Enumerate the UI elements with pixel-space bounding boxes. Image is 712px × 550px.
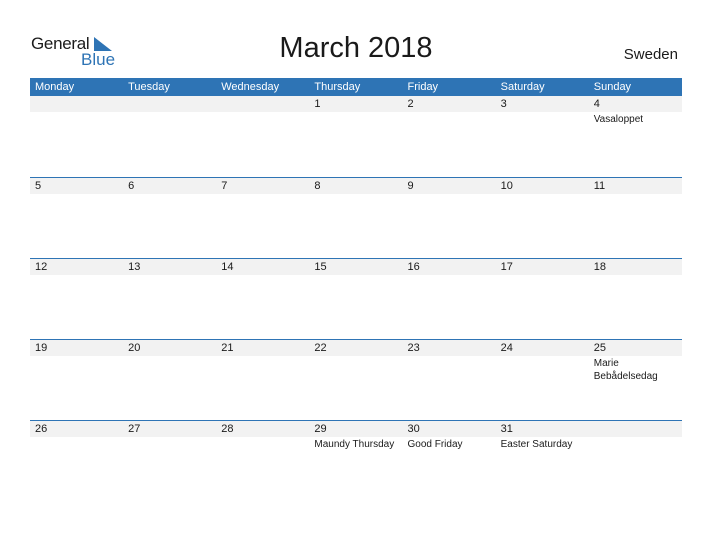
day-cell: 4 Vasaloppet bbox=[589, 96, 682, 126]
day-number: 28 bbox=[221, 423, 234, 435]
day-number: 27 bbox=[128, 423, 141, 435]
day-number: 4 bbox=[593, 98, 600, 110]
day-number: 23 bbox=[407, 342, 420, 354]
day-cell: 15 bbox=[309, 259, 402, 275]
day-cell bbox=[30, 96, 123, 126]
day-number: 30 bbox=[407, 423, 420, 435]
calendar-grid: Monday Tuesday Wednesday Thursday Friday… bbox=[30, 78, 682, 501]
day-number: 22 bbox=[314, 342, 327, 354]
day-cell: 6 bbox=[123, 178, 216, 194]
day-cell: 3 bbox=[496, 96, 589, 126]
week-row: 19 20 21 22 23 24 25 Marie Bebådelsedag bbox=[30, 339, 682, 420]
week-row: 1 2 3 4 Vasaloppet bbox=[30, 96, 682, 177]
day-cell: 27 bbox=[123, 421, 216, 451]
day-cell: 17 bbox=[496, 259, 589, 275]
day-cell: 14 bbox=[216, 259, 309, 275]
weekday-sunday: Sunday bbox=[593, 81, 632, 93]
day-number: 17 bbox=[500, 261, 513, 273]
day-cell: 10 bbox=[496, 178, 589, 194]
day-cell: 24 bbox=[496, 340, 589, 383]
day-number bbox=[221, 96, 309, 112]
day-number: 3 bbox=[500, 98, 507, 110]
day-cell bbox=[123, 96, 216, 126]
day-number: 26 bbox=[35, 423, 48, 435]
day-cell: 28 bbox=[216, 421, 309, 451]
day-cell: 22 bbox=[309, 340, 402, 383]
day-number: 7 bbox=[221, 180, 228, 192]
day-number: 6 bbox=[128, 180, 135, 192]
day-number bbox=[35, 96, 123, 112]
day-number: 8 bbox=[314, 180, 321, 192]
day-number: 10 bbox=[500, 180, 513, 192]
weekday-header: Monday Tuesday Wednesday Thursday Friday… bbox=[30, 78, 682, 96]
week-row: 5 6 7 8 9 10 11 bbox=[30, 177, 682, 258]
day-cell: 7 bbox=[216, 178, 309, 194]
day-cell: 9 bbox=[403, 178, 496, 194]
week-row: 26 27 28 29 Maundy Thursday 30 Good Friday 31 Ea… bbox=[30, 420, 682, 501]
day-cell bbox=[589, 421, 682, 451]
day-number: 11 bbox=[593, 180, 606, 192]
day-number: 9 bbox=[407, 180, 414, 192]
country-label: Sweden bbox=[623, 46, 678, 63]
holiday-label: Easter Saturday bbox=[500, 439, 573, 450]
holiday-label: Good Friday bbox=[407, 439, 463, 450]
day-number: 24 bbox=[500, 342, 513, 354]
day-cell: 2 bbox=[403, 96, 496, 126]
week-row: 12 13 14 15 16 17 18 bbox=[30, 258, 682, 339]
day-number: 14 bbox=[221, 261, 234, 273]
day-number: 20 bbox=[128, 342, 141, 354]
day-cell: 23 bbox=[403, 340, 496, 383]
holiday-label: Marie Bebådelsedag bbox=[593, 358, 658, 382]
day-number: 31 bbox=[500, 423, 513, 435]
day-number: 1 bbox=[314, 98, 321, 110]
day-cell: 25 Marie Bebådelsedag bbox=[589, 340, 682, 383]
day-number: 13 bbox=[128, 261, 141, 273]
day-number: 25 bbox=[593, 342, 606, 354]
day-number: 16 bbox=[407, 261, 420, 273]
holiday-label: Vasaloppet bbox=[593, 114, 644, 125]
day-cell: 26 bbox=[30, 421, 123, 451]
day-number: 19 bbox=[35, 342, 48, 354]
day-number: 18 bbox=[593, 261, 606, 273]
day-cell: 19 bbox=[30, 340, 123, 383]
day-cell: 18 bbox=[589, 259, 682, 275]
day-number: 29 bbox=[314, 423, 327, 435]
day-cell: 20 bbox=[123, 340, 216, 383]
day-number: 2 bbox=[407, 98, 414, 110]
weekday-monday: Monday bbox=[35, 81, 75, 93]
day-cell bbox=[216, 96, 309, 126]
day-cell: 5 bbox=[30, 178, 123, 194]
day-cell: 13 bbox=[123, 259, 216, 275]
day-cell: 11 bbox=[589, 178, 682, 194]
holiday-label: Maundy Thursday bbox=[314, 439, 395, 450]
day-number: 12 bbox=[35, 261, 48, 273]
weekday-wednesday: Wednesday bbox=[221, 81, 280, 93]
day-cell: 8 bbox=[309, 178, 402, 194]
day-cell: 16 bbox=[403, 259, 496, 275]
day-cell: 21 bbox=[216, 340, 309, 383]
day-cell: 30 Good Friday bbox=[403, 421, 496, 451]
weekday-thursday: Thursday bbox=[314, 81, 361, 93]
day-number: 21 bbox=[221, 342, 234, 354]
weekday-saturday: Saturday bbox=[500, 81, 545, 93]
day-cell: 12 bbox=[30, 259, 123, 275]
day-number bbox=[128, 96, 216, 112]
day-cell: 31 Easter Saturday bbox=[496, 421, 589, 451]
day-number: 15 bbox=[314, 261, 327, 273]
day-cell: 29 Maundy Thursday bbox=[309, 421, 402, 451]
day-number: 5 bbox=[35, 180, 42, 192]
page-title: March 2018 bbox=[279, 32, 433, 64]
weekday-friday: Friday bbox=[407, 81, 439, 93]
weekday-tuesday: Tuesday bbox=[128, 81, 170, 93]
day-number bbox=[594, 421, 682, 437]
day-cell: 1 bbox=[309, 96, 402, 126]
